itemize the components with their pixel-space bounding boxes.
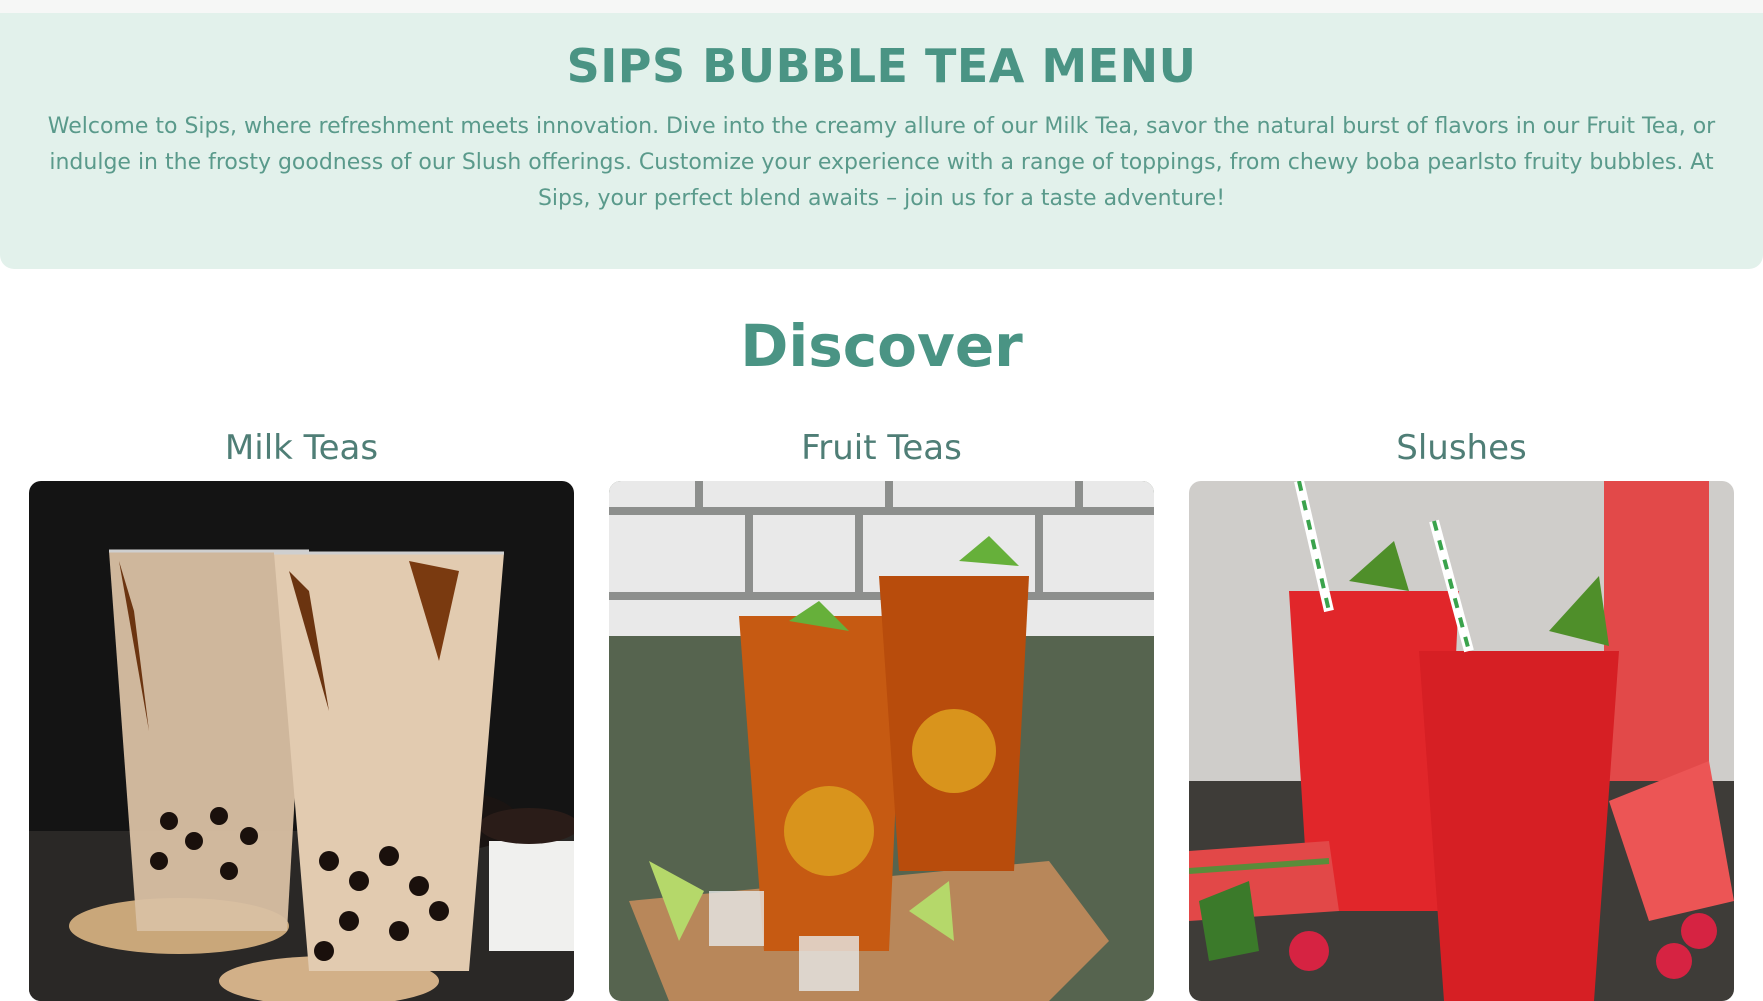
slush-photo[interactable]	[1189, 481, 1734, 1001]
page-title: SIPS BUBBLE TEA MENU	[566, 39, 1197, 93]
category-fruit-teas[interactable]: Fruit Teas	[609, 425, 1154, 1001]
milk-tea-illustration	[29, 481, 574, 1001]
fruit-tea-illustration	[609, 481, 1154, 1001]
milk-tea-photo[interactable]	[29, 481, 574, 1001]
menu-header: SIPS BUBBLE TEA MENU Welcome to Sips, wh…	[0, 13, 1763, 269]
category-label[interactable]: Fruit Teas	[609, 425, 1154, 481]
category-label[interactable]: Milk Teas	[29, 425, 574, 481]
top-strip	[0, 0, 1763, 13]
category-label[interactable]: Slushes	[1189, 425, 1734, 481]
discover-heading: Discover	[740, 312, 1023, 380]
category-slushes[interactable]: Slushes	[1189, 425, 1734, 1001]
intro-description: Welcome to Sips, where refreshment meets…	[47, 114, 1716, 211]
slush-illustration	[1189, 481, 1734, 1001]
fruit-tea-photo[interactable]	[609, 481, 1154, 1001]
category-milk-teas[interactable]: Milk Teas	[29, 425, 574, 1001]
